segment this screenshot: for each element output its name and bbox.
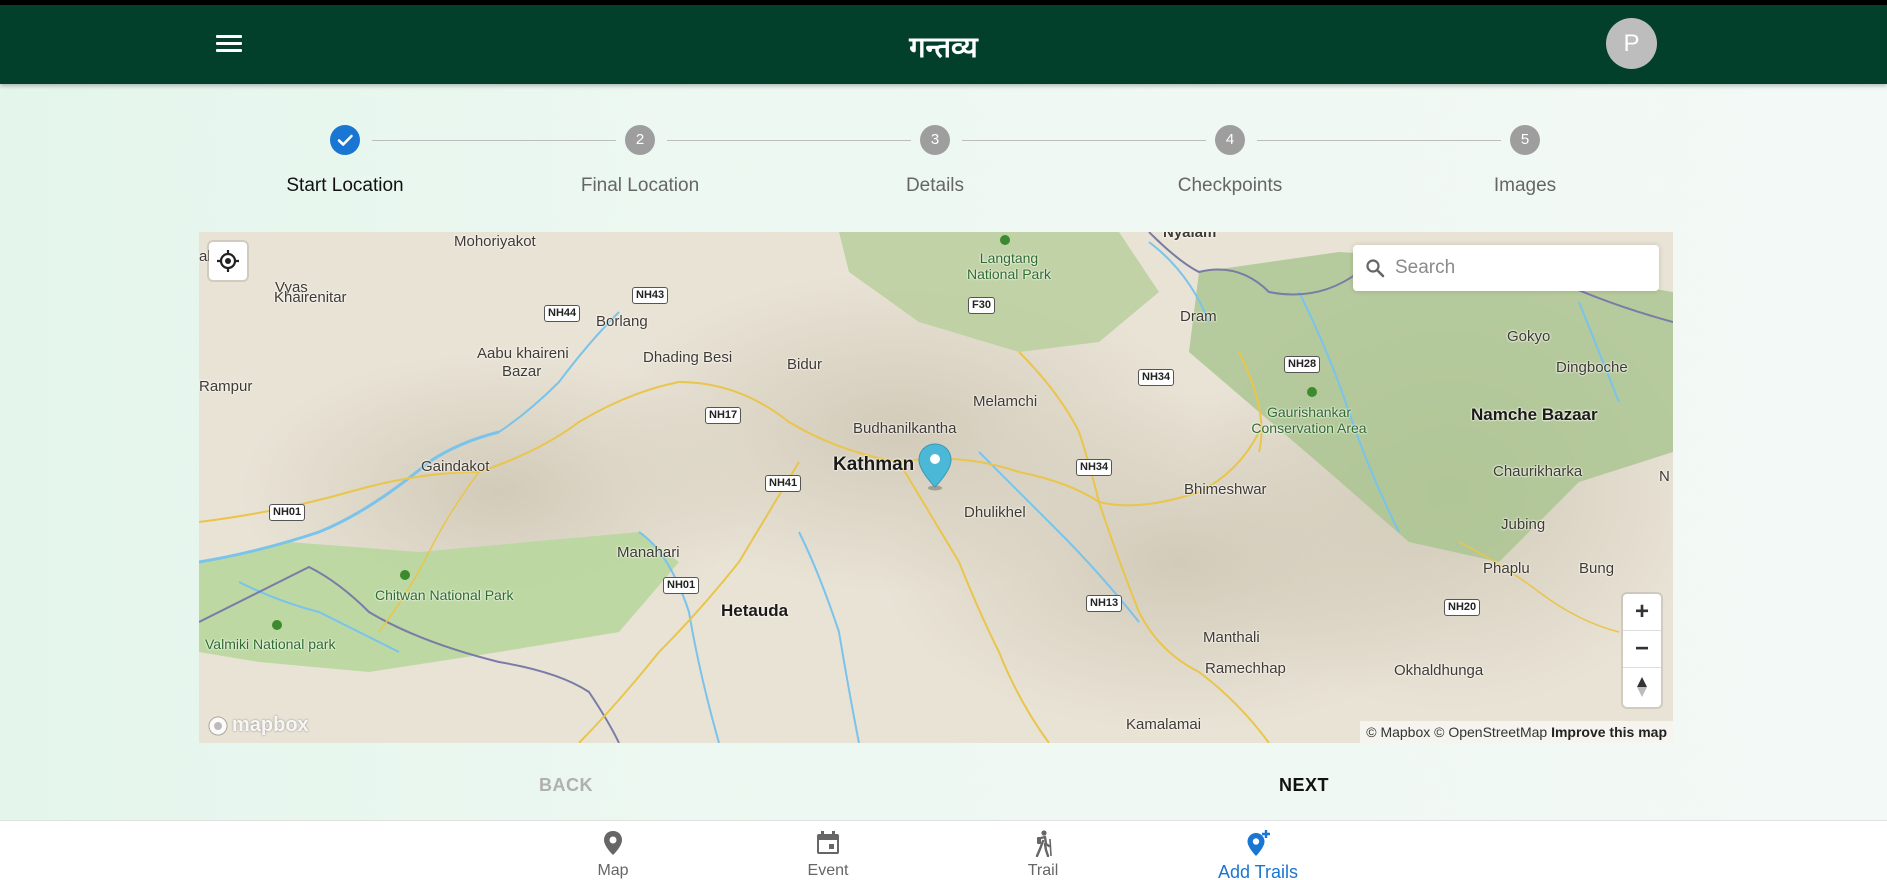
map-place-label: Budhanilkantha [853,420,957,437]
avatar[interactable]: P [1606,18,1657,69]
road-shield: NH01 [663,577,700,594]
map-place-label: Khairenitar [274,289,347,306]
map-park-label: Chitwan National Park [375,587,514,603]
road-shield: NH13 [1086,595,1123,612]
map-place-label: Chaurikharka [1493,463,1583,480]
bottom-navigation: Map Event Trail Add Trails [0,820,1887,880]
zoom-out-button[interactable]: − [1623,631,1661,668]
nav-label: Event [807,862,849,879]
next-button[interactable]: NEXT [1258,775,1350,799]
road-shield: NH44 [544,305,581,322]
compass-icon [1637,676,1647,697]
step-final-location[interactable]: 2 Final Location [540,120,740,197]
step-number: 3 [920,125,950,155]
map-place-label: Manahari [617,544,680,561]
map-place-label: Jubing [1501,516,1546,533]
map-attribution: © Mapbox © OpenStreetMap Improve this ma… [1360,721,1673,743]
step-start-location[interactable]: Start Location [245,120,445,197]
location-pin-icon[interactable] [916,442,954,497]
zoom-in-button[interactable]: + [1623,594,1661,631]
geolocate-button[interactable] [209,242,247,280]
map-park-label: Gaurishankar Conservation Area [1251,404,1367,436]
map-place-label: Melamchi [973,393,1038,410]
road-shield: NH34 [1076,459,1113,476]
hiker-icon [1035,830,1052,858]
nav-item-event[interactable]: Event [758,829,898,880]
search-icon [1366,259,1385,278]
step-label: Images [1493,175,1557,196]
map-park-label: Langtang National Park [966,250,1052,282]
zoom-control: + − [1623,594,1661,707]
map-place-label: Borlang [596,313,648,330]
app-title: गन्तव्य [909,30,978,64]
mapbox-logo-icon [208,716,228,735]
map-place-label: Hetauda [721,601,789,620]
nav-item-map[interactable]: Map [543,829,683,880]
step-number: 2 [625,125,655,155]
map-place-label: Dhulikhel [964,504,1026,521]
step-number: 4 [1215,125,1245,155]
map-place-label: Phaplu [1483,560,1530,577]
map-pin-icon [604,831,622,855]
map-place-label: Okhaldhunga [1394,662,1484,679]
check-icon [330,125,360,155]
road-shield: NH41 [765,475,802,492]
map-place-label: Ramechhap [1205,660,1286,677]
map-place-label: Dram [1180,308,1217,325]
road-shield: NH28 [1284,356,1321,373]
map-place-label: Mohoriyakot [454,233,536,250]
nav-item-trail[interactable]: Trail [973,829,1113,880]
step-number: 5 [1510,125,1540,155]
map-place-label: Namche Bazaar [1471,405,1598,424]
map-place-label: Rampur [199,378,253,395]
app-bar: गन्तव्य P [0,5,1887,84]
mapbox-logo: mapbox [207,714,309,737]
map-park-label: Valmiki National park [205,636,336,652]
add-location-icon [1247,830,1270,856]
road-shield: NH20 [1444,599,1481,616]
compass-button[interactable] [1623,668,1661,705]
step-label: Start Location [286,175,404,196]
search-input[interactable] [1395,245,1649,291]
crosshair-icon [217,250,239,272]
map-place-label: N [1659,468,1670,485]
map-place-label: Kathman [833,454,915,475]
road-shield: NH43 [632,287,669,304]
nav-label: Trail [1027,862,1059,879]
map-place-label: Aabu khaireni [477,345,569,362]
improve-map-link[interactable]: Improve this map [1551,724,1667,740]
road-shield: NH01 [269,504,306,521]
map-place-label: Gokyo [1507,328,1551,345]
back-button[interactable]: BACK [520,775,612,799]
step-label: Checkpoints [1177,175,1283,196]
step-checkpoints[interactable]: 4 Checkpoints [1130,120,1330,197]
map-search-box[interactable] [1353,245,1659,291]
nav-label: Map [597,862,629,879]
map-place-label: Dingboche [1556,359,1628,376]
step-label: Details [905,175,965,196]
road-shield: NH34 [1138,369,1175,386]
stepper: Start Location 2 Final Location 3 Detail… [0,120,1887,210]
map-place-label: Bidur [787,356,823,373]
map-place-label: Gaindakot [421,458,490,475]
calendar-icon [817,831,839,854]
step-images[interactable]: 5 Images [1425,120,1625,197]
map-canvas[interactable]: Mohoriyakot Vyas Khairenitar al Aabu kha… [199,232,1673,743]
map-place-label: Manthali [1203,629,1260,646]
step-details[interactable]: 3 Details [835,120,1035,197]
map-place-label: Bazar [502,363,542,380]
map-place-label: Nyalam [1163,232,1217,241]
map-place-label: Kamalamai [1126,716,1202,733]
road-shield: F30 [968,297,995,314]
nav-label: Add Trails [1217,862,1299,880]
map-place-label: Bung [1579,560,1615,577]
map-place-label: Bhimeshwar [1184,481,1267,498]
step-label: Final Location [580,175,700,196]
nav-item-add-trails[interactable]: Add Trails [1188,829,1328,880]
map-place-label: Dhading Besi [643,349,733,366]
road-shield: NH17 [705,407,742,424]
